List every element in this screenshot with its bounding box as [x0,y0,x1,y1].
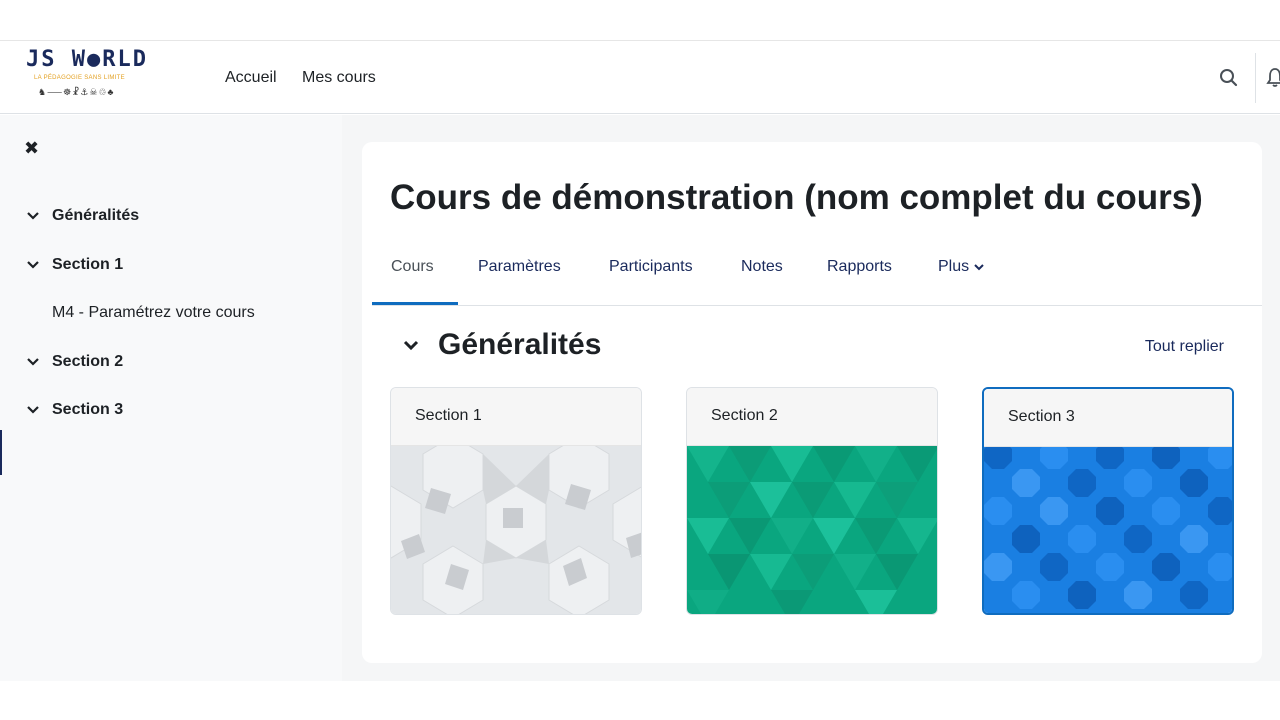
drawer-item-label: Section 3 [52,401,124,418]
section-card-title: Section 3 [984,389,1232,447]
navbar: JS W●RLD LA PÉDAGOGIE SANS LIMITE ♞⸺☸☧⚓☠… [0,40,1280,114]
chevron-down-icon [26,355,40,369]
page-title: Cours de démonstration (nom complet du c… [390,178,1203,217]
site-logo[interactable]: JS W●RLD LA PÉDAGOGIE SANS LIMITE ♞⸺☸☧⚓☠… [26,47,176,109]
tab-plus[interactable]: Plus [938,258,985,276]
course-index-drawer: ✖ Généralités Section 1 M4 - Paramétrez … [0,115,342,681]
drawer-item-label: Généralités [52,207,140,224]
collapse-all-link[interactable]: Tout replier [1145,338,1224,356]
tab-parametres[interactable]: Paramètres [478,258,561,276]
chevron-down-icon [26,209,40,223]
drawer-item-label: Section 2 [52,353,124,370]
drawer-section-3[interactable]: Section 3 [26,401,123,419]
drawer-activity-m4[interactable]: M4 - Paramétrez votre cours [52,304,255,322]
section-card-pattern-green [687,446,937,614]
drawer-section-2[interactable]: Section 2 [26,353,123,371]
section-title: Généralités [438,328,602,361]
section-card-3[interactable]: Section 3 [982,387,1234,615]
top-margin [0,0,1280,40]
section-card-title: Section 1 [391,388,641,446]
logo-title: JS W●RLD [26,47,148,72]
tab-rapports[interactable]: Rapports [827,258,892,276]
chevron-down-icon [403,340,419,351]
drawer-section-1[interactable]: Section 1 [26,256,123,274]
chevron-down-icon [26,403,40,417]
tab-cours[interactable]: Cours [391,258,434,276]
secondary-navigation: Cours Paramètres Participants Notes Rapp… [372,254,1262,306]
section-card-2[interactable]: Section 2 [686,387,938,615]
drawer-edge-marker [0,430,2,475]
tab-notes[interactable]: Notes [741,258,783,276]
navbar-divider [1255,53,1256,103]
logo-subtitle: LA PÉDAGOGIE SANS LIMITE [34,75,125,81]
drawer-section-generalites[interactable]: Généralités [26,207,139,225]
nav-link-mes-cours[interactable]: Mes cours [302,69,376,87]
chevron-down-icon [26,258,40,272]
section-card-pattern-grey [391,446,641,614]
course-content: Cours de démonstration (nom complet du c… [362,142,1262,663]
search-icon[interactable] [1218,67,1240,89]
chevron-down-icon [974,264,984,271]
logo-figures: ♞⸺☸☧⚓☠♲♣ [38,87,115,97]
section-header-generalites[interactable]: Généralités [402,328,601,362]
bottom-margin [0,681,1280,720]
drawer-item-label: Section 1 [52,256,124,273]
section-card-1[interactable]: Section 1 [390,387,642,615]
section-card-pattern-blue [984,447,1232,613]
bell-icon[interactable] [1266,65,1280,89]
section-card-title: Section 2 [687,388,937,446]
tab-participants[interactable]: Participants [609,258,693,276]
tabs-divider [372,305,1262,306]
close-icon[interactable]: ✖ [24,139,42,157]
nav-link-accueil[interactable]: Accueil [225,69,277,87]
tab-plus-label: Plus [938,258,970,275]
